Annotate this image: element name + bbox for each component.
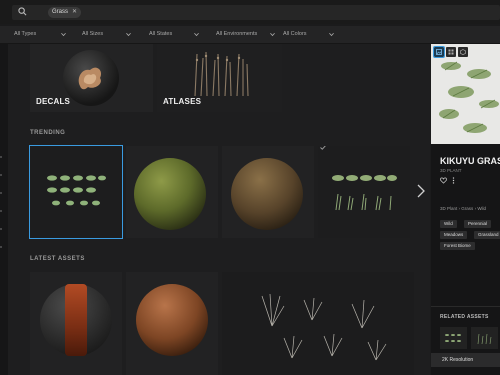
asset-actions: [440, 177, 455, 184]
filter-sizes-dropdown[interactable]: All Sizes: [82, 26, 138, 43]
latest-asset-tile[interactable]: [222, 272, 414, 375]
nav-dot[interactable]: [0, 192, 2, 194]
check-icon: [320, 146, 326, 150]
chevron-down-icon: [194, 32, 199, 37]
resolution-label: 2K Resolution: [442, 357, 474, 363]
resolution-dropdown[interactable]: 2K Resolution: [431, 353, 500, 367]
image-icon: [436, 49, 442, 55]
soil-surface-sphere: [231, 158, 303, 230]
grass-clumps-preview: [445, 334, 461, 342]
decal-preview-image: [78, 67, 102, 90]
nav-dot[interactable]: [0, 246, 2, 248]
breadcrumb: 3D Plant › Grass › Wild: [440, 206, 486, 211]
tag-chip[interactable]: Meadows: [440, 231, 468, 239]
grass-blades-preview: [477, 333, 492, 344]
category-atlases-tile[interactable]: ATLASES: [157, 44, 282, 112]
tag-chip[interactable]: Forest Biome: [440, 242, 475, 250]
category-decals-tile[interactable]: DECALS: [30, 44, 153, 112]
nav-dot[interactable]: [0, 210, 2, 212]
filter-bar: All Types All Sizes All States All Envir…: [0, 26, 500, 44]
grass-clumps-preview: [47, 175, 106, 206]
related-assets-title: RELATED ASSETS: [440, 314, 489, 320]
trending-asset-tile[interactable]: [29, 145, 123, 239]
tag-chip[interactable]: Wild: [440, 220, 457, 228]
ground-surface-sphere: [136, 284, 208, 356]
filter-states-label: All States: [149, 31, 173, 37]
trending-section-title: TRENDING: [30, 130, 66, 136]
filter-states-dropdown[interactable]: All States: [149, 26, 205, 43]
filter-environments-label: All Environments: [216, 31, 258, 37]
trending-asset-tile[interactable]: [222, 146, 314, 238]
chevron-down-icon: [126, 32, 131, 37]
asset-browser: DECALS ATLASES TRENDING LATEST ASSETS: [8, 44, 430, 375]
3d-view-tab[interactable]: [458, 47, 468, 57]
search-icon: [18, 7, 27, 16]
moss-surface-sphere: [134, 158, 206, 230]
related-asset-thumbnail[interactable]: [471, 327, 498, 349]
left-sidebar-strip: [0, 44, 8, 375]
cube-icon: [460, 49, 466, 55]
heart-icon[interactable]: [440, 177, 447, 184]
breadcrumb-item[interactable]: 3D Plant: [440, 206, 457, 211]
grid-view-tab[interactable]: [446, 47, 456, 57]
nav-dot[interactable]: [0, 228, 2, 230]
breadcrumb-item[interactable]: Wild: [477, 206, 486, 211]
close-icon[interactable]: ✕: [72, 7, 77, 18]
grid-icon: [448, 49, 454, 55]
related-asset-thumbnail[interactable]: [440, 327, 467, 349]
divider: [431, 306, 500, 307]
tag-chip[interactable]: Grassland: [474, 231, 500, 239]
filter-types-label: All Types: [14, 31, 37, 37]
search-chip-label: Grass: [52, 9, 69, 15]
nav-dot[interactable]: [0, 156, 2, 158]
nav-dot[interactable]: [0, 174, 2, 176]
category-decals-label: DECALS: [36, 97, 71, 106]
atlas-preview-image: [194, 51, 249, 97]
bark-strip-preview: [65, 284, 87, 356]
filter-colors-dropdown[interactable]: All Colors: [283, 26, 339, 43]
tag-chip[interactable]: Perennial: [464, 220, 492, 228]
latest-assets-section-title: LATEST ASSETS: [30, 256, 85, 262]
trending-asset-tile[interactable]: [126, 146, 218, 238]
latest-asset-tile[interactable]: [126, 272, 218, 375]
filter-colors-label: All Colors: [283, 31, 307, 37]
category-atlases-label: ATLASES: [163, 97, 202, 106]
carousel-next-arrow-icon[interactable]: [417, 184, 425, 198]
filter-types-dropdown[interactable]: All Types: [14, 26, 70, 43]
kikuyu-grass-render: [439, 61, 499, 133]
search-chip[interactable]: Grass ✕: [48, 7, 82, 18]
asset-preview-image: [431, 44, 500, 144]
chevron-down-icon: [270, 32, 275, 37]
filter-environments-dropdown[interactable]: All Environments: [216, 26, 276, 43]
image-view-tab[interactable]: [433, 46, 445, 58]
breadcrumb-item[interactable]: Grass: [461, 206, 473, 211]
more-options-icon[interactable]: [452, 177, 455, 184]
asset-type-label: 3D PLANT: [440, 168, 462, 173]
chevron-down-icon: [329, 32, 334, 37]
view-mode-tabs: [433, 46, 468, 58]
grass-blades-preview: [261, 293, 387, 361]
latest-asset-tile[interactable]: [30, 272, 122, 375]
asset-title: KIKUYU GRASS: [440, 156, 500, 166]
grass-variants-preview: [332, 175, 397, 211]
search-input[interactable]: Grass ✕: [12, 5, 500, 20]
top-bar: Grass ✕: [0, 0, 500, 24]
asset-detail-panel: KIKUYU GRASS 3D PLANT 3D Plant › Grass ›…: [431, 44, 500, 375]
trending-asset-tile[interactable]: [318, 146, 410, 238]
filter-sizes-label: All Sizes: [82, 31, 104, 37]
chevron-down-icon: [61, 32, 66, 37]
